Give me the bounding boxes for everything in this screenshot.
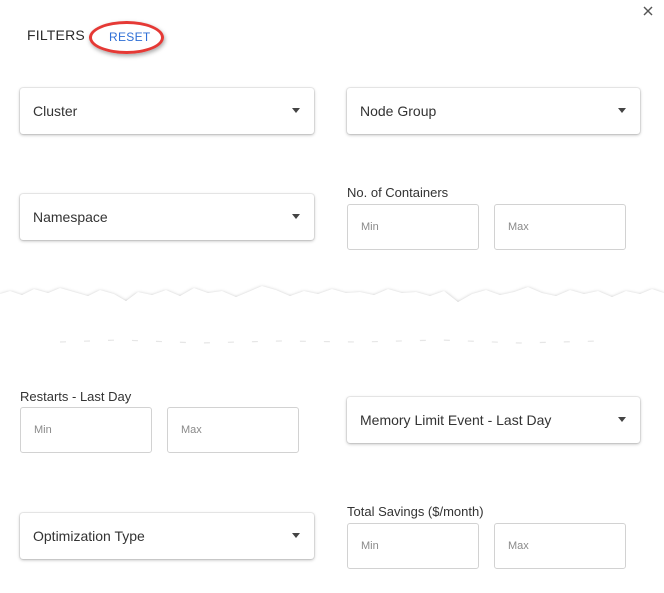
torn-edge-divider (0, 286, 664, 360)
namespace-select[interactable]: Namespace (20, 194, 314, 240)
savings-max-input[interactable] (494, 523, 626, 569)
filters-title: FILTERS (27, 27, 85, 43)
memory-limit-event-select[interactable]: Memory Limit Event - Last Day (347, 397, 640, 443)
node-group-select-label: Node Group (360, 103, 437, 119)
chevron-down-icon (292, 533, 300, 538)
chevron-down-icon (292, 214, 300, 219)
optimization-type-select[interactable]: Optimization Type (20, 513, 314, 559)
cluster-select-label: Cluster (33, 103, 78, 119)
restarts-max-input[interactable] (167, 407, 299, 453)
containers-label: No. of Containers (347, 185, 449, 200)
optimization-type-select-label: Optimization Type (33, 528, 145, 544)
node-group-select[interactable]: Node Group (347, 88, 640, 134)
close-icon[interactable] (641, 4, 655, 18)
memory-limit-event-select-label: Memory Limit Event - Last Day (360, 412, 552, 428)
savings-label: Total Savings ($/month) (347, 504, 484, 519)
namespace-select-label: Namespace (33, 209, 108, 225)
restarts-label: Restarts - Last Day (20, 389, 132, 404)
chevron-down-icon (618, 108, 626, 113)
chevron-down-icon (292, 108, 300, 113)
reset-highlight-annotation (89, 21, 164, 54)
restarts-min-input[interactable] (20, 407, 152, 453)
containers-min-input[interactable] (347, 204, 479, 250)
chevron-down-icon (618, 417, 626, 422)
savings-min-input[interactable] (347, 523, 479, 569)
containers-max-input[interactable] (494, 204, 626, 250)
cluster-select[interactable]: Cluster (20, 88, 314, 134)
